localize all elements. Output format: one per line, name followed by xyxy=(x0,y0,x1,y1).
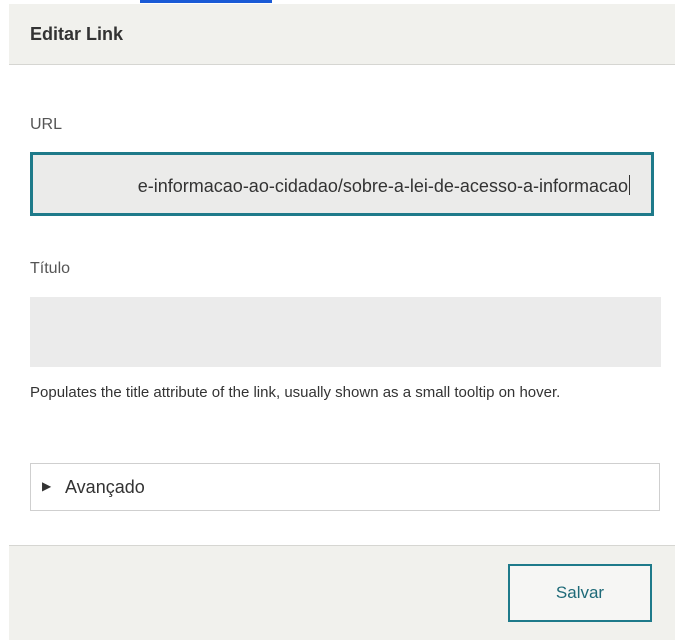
title-help-text: Populates the title attribute of the lin… xyxy=(30,384,561,401)
dialog-title: Editar Link xyxy=(30,24,124,44)
dialog-footer: Salvar xyxy=(9,545,675,640)
edit-link-dialog: Editar Link URL e-informacao-ao-cidadao/… xyxy=(9,4,675,640)
page-link-underline xyxy=(140,0,272,3)
url-input[interactable]: e-informacao-ao-cidadao/sobre-a-lei-de-a… xyxy=(30,152,654,216)
url-label: URL xyxy=(30,116,63,133)
dialog-header: Editar Link xyxy=(9,4,675,65)
title-label: Título xyxy=(30,260,71,277)
text-caret xyxy=(629,175,630,195)
url-value-text: e-informacao-ao-cidadao/sobre-a-lei-de-a… xyxy=(137,176,628,196)
advanced-toggle[interactable]: ▶ Avançado xyxy=(30,463,660,511)
advanced-label: Avançado xyxy=(65,477,145,497)
save-button[interactable]: Salvar xyxy=(508,564,652,622)
triangle-right-icon: ▶ xyxy=(42,479,52,493)
url-input-value: e-informacao-ao-cidadao/sobre-a-lei-de-a… xyxy=(138,175,630,197)
title-input[interactable] xyxy=(30,297,661,367)
